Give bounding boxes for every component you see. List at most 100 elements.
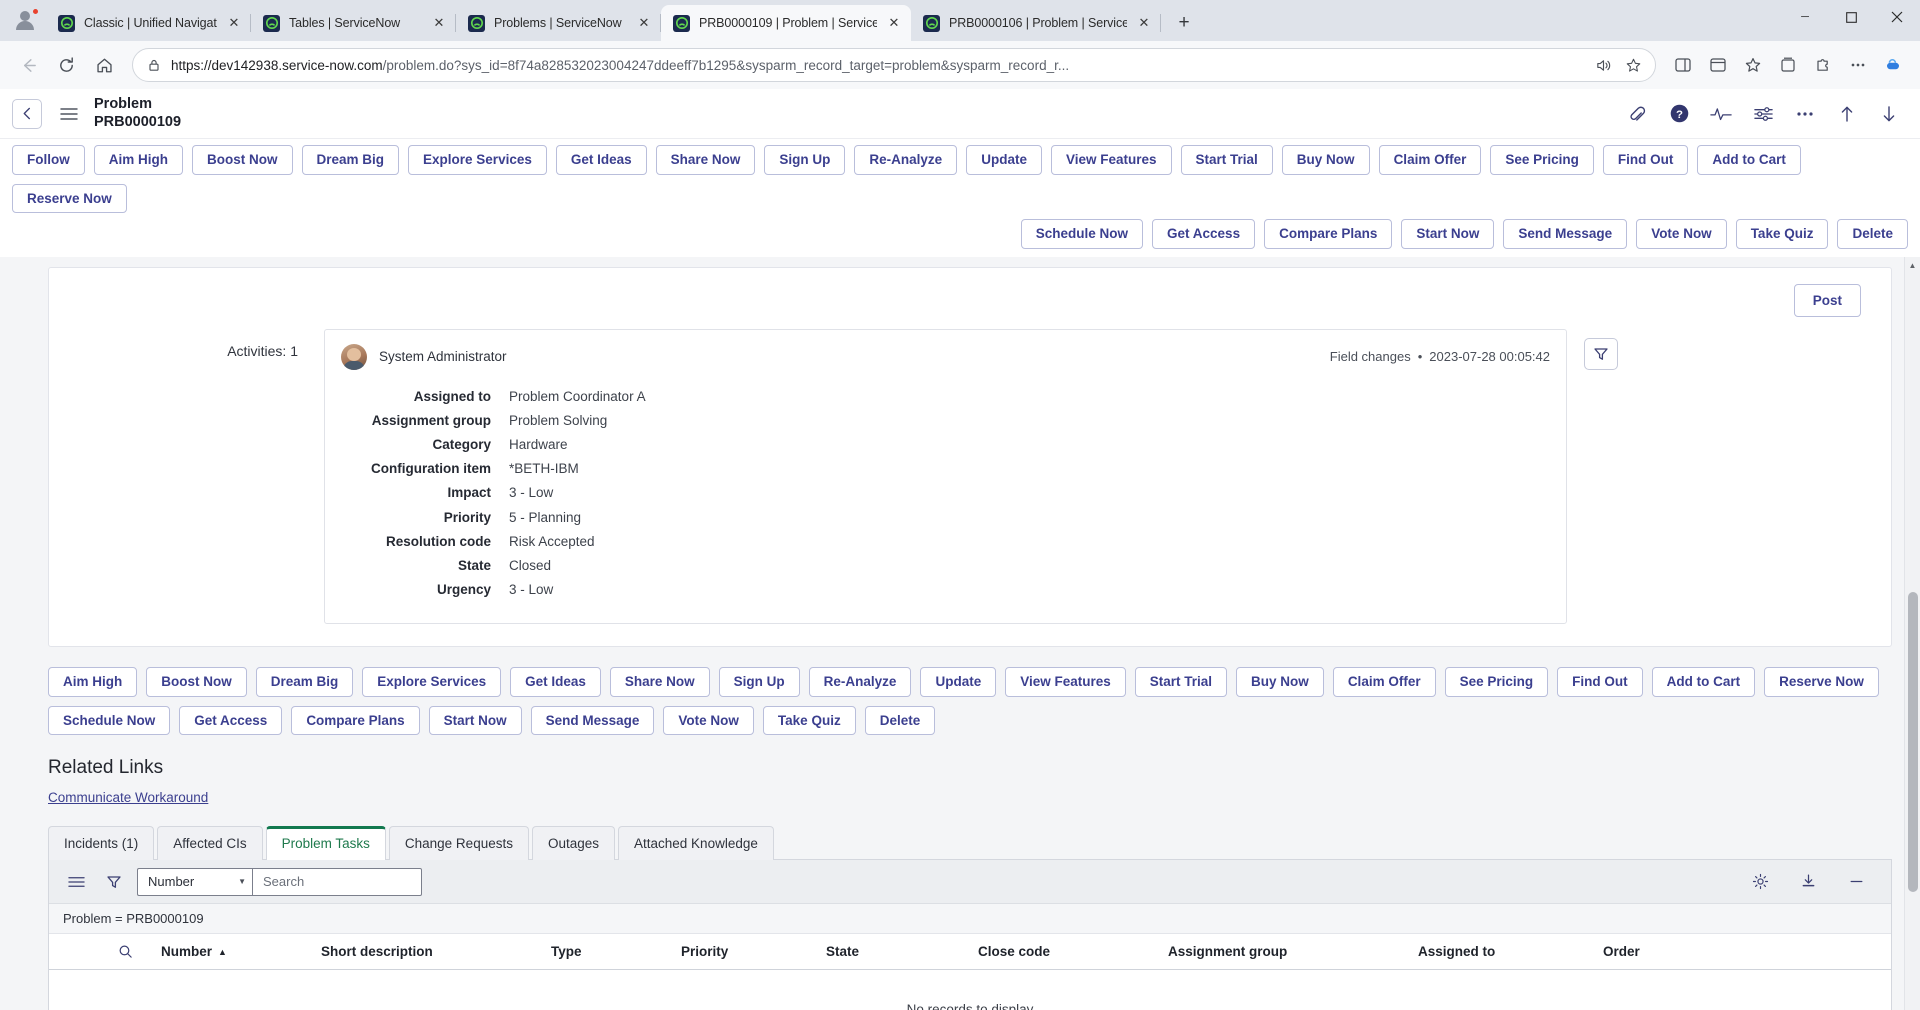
bottom-toolbar-button-add-to-cart[interactable]: Add to Cart (1651, 667, 1756, 697)
list-column-state[interactable]: State (824, 944, 976, 959)
related-list-tab-attached-knowledge[interactable]: Attached Knowledge (618, 826, 774, 861)
bottom-toolbar-button-start-trial[interactable]: Start Trial (1134, 667, 1228, 697)
toolbar-button-start-trial[interactable]: Start Trial (1180, 145, 1273, 175)
personalize-icon[interactable] (1750, 101, 1776, 127)
browser-extensions-icon[interactable] (1806, 48, 1840, 82)
toolbar-button-compare-plans[interactable]: Compare Plans (1264, 219, 1393, 249)
read-aloud-icon[interactable] (1589, 51, 1617, 79)
toolbar-button-send-message[interactable]: Send Message (1503, 219, 1628, 249)
toolbar-button-aim-high[interactable]: Aim High (93, 145, 183, 175)
bottom-toolbar-button-get-ideas[interactable]: Get Ideas (510, 667, 601, 697)
list-column-order[interactable]: Order (1601, 944, 1701, 959)
related-list-tab-affected-cis[interactable]: Affected CIs (157, 826, 263, 861)
bottom-toolbar-button-dream-big[interactable]: Dream Big (255, 667, 354, 697)
scroll-up-arrow-icon[interactable]: ▲ (1905, 257, 1920, 274)
bottom-toolbar-button-send-message[interactable]: Send Message (530, 705, 655, 736)
toolbar-button-share-now[interactable]: Share Now (655, 145, 756, 175)
related-list-tab-problem-tasks[interactable]: Problem Tasks (265, 826, 386, 861)
toolbar-button-sign-up[interactable]: Sign Up (764, 145, 846, 175)
split-screen-icon[interactable] (1666, 48, 1700, 82)
browser-tab-1[interactable]: Classic | Unified Navigation App ✕ (46, 5, 251, 41)
toolbar-button-claim-offer[interactable]: Claim Offer (1378, 145, 1482, 175)
bottom-toolbar-button-explore-services[interactable]: Explore Services (362, 667, 502, 697)
list-column-search-icon[interactable] (49, 944, 159, 959)
browser-tab-1-close-icon[interactable]: ✕ (223, 12, 245, 34)
toolbar-button-add-to-cart[interactable]: Add to Cart (1697, 145, 1801, 175)
list-column-assignment-group[interactable]: Assignment group (1166, 944, 1416, 959)
toolbar-button-schedule-now[interactable]: Schedule Now (1020, 219, 1144, 249)
activity-icon[interactable] (1708, 101, 1734, 127)
bottom-toolbar-button-share-now[interactable]: Share Now (609, 667, 710, 697)
related-list-tab-incidents-1[interactable]: Incidents (1) (48, 826, 155, 861)
bottom-toolbar-button-sign-up[interactable]: Sign Up (718, 667, 800, 697)
bottom-toolbar-button-reserve-now[interactable]: Reserve Now (1764, 667, 1879, 697)
back-button[interactable] (10, 47, 46, 83)
toolbar-button-get-access[interactable]: Get Access (1152, 219, 1256, 249)
list-column-type[interactable]: Type (549, 944, 679, 959)
toolbar-button-buy-now[interactable]: Buy Now (1281, 145, 1370, 175)
bottom-toolbar-button-aim-high[interactable]: Aim High (48, 667, 138, 697)
list-filter-field-select[interactable]: Number ▼ (137, 867, 252, 896)
list-breadcrumb-filter[interactable]: Problem = PRB0000109 (49, 904, 1891, 935)
bottom-toolbar-button-re-analyze[interactable]: Re-Analyze (808, 667, 912, 697)
browser-tab-2[interactable]: Tables | ServiceNow ✕ (251, 5, 456, 41)
reload-button[interactable] (48, 47, 84, 83)
browser-settings-more-icon[interactable] (1841, 48, 1875, 82)
favorites-icon[interactable] (1736, 48, 1770, 82)
bottom-toolbar-button-find-out[interactable]: Find Out (1557, 667, 1643, 697)
bottom-toolbar-button-get-access[interactable]: Get Access (179, 705, 283, 736)
help-icon[interactable]: ? (1666, 101, 1692, 127)
browser-tab-2-close-icon[interactable]: ✕ (428, 12, 450, 34)
post-button[interactable]: Post (1793, 283, 1861, 317)
browser-tab-4-close-icon[interactable]: ✕ (883, 12, 905, 34)
scrollbar-thumb[interactable] (1908, 591, 1918, 892)
add-favorite-icon[interactable] (1619, 51, 1647, 79)
list-column-short-description[interactable]: Short description (319, 944, 549, 959)
bottom-toolbar-button-view-features[interactable]: View Features (1005, 667, 1126, 697)
toolbar-button-update[interactable]: Update (966, 145, 1042, 175)
bottom-toolbar-button-start-now[interactable]: Start Now (428, 705, 522, 736)
list-column-number[interactable]: Number ▲ (159, 944, 319, 959)
toolbar-button-re-analyze[interactable]: Re-Analyze (854, 145, 958, 175)
bottom-toolbar-button-see-pricing[interactable]: See Pricing (1444, 667, 1549, 697)
browser-tab-3[interactable]: Problems | ServiceNow ✕ (456, 5, 661, 41)
previous-record-icon[interactable] (1834, 101, 1860, 127)
related-list-tab-change-requests[interactable]: Change Requests (388, 826, 529, 861)
toolbar-button-dream-big[interactable]: Dream Big (301, 145, 400, 175)
related-list-tab-outages[interactable]: Outages (531, 826, 616, 861)
more-icon[interactable] (1792, 101, 1818, 127)
window-minimize-button[interactable]: ─ (1782, 0, 1828, 34)
list-column-priority[interactable]: Priority (679, 944, 824, 959)
collections-icon[interactable] (1771, 48, 1805, 82)
list-menu-icon[interactable] (63, 869, 89, 895)
record-menu-icon[interactable] (54, 99, 84, 129)
toolbar-button-take-quiz[interactable]: Take Quiz (1735, 219, 1829, 249)
filter-icon[interactable] (101, 869, 127, 895)
toolbar-button-reserve-now[interactable]: Reserve Now (12, 183, 127, 213)
bottom-toolbar-button-schedule-now[interactable]: Schedule Now (48, 705, 171, 736)
list-column-assigned-to[interactable]: Assigned to (1416, 944, 1601, 959)
vertical-scrollbar[interactable]: ▲ ▼ (1904, 256, 1920, 1010)
toolbar-button-see-pricing[interactable]: See Pricing (1490, 145, 1594, 175)
toolbar-button-follow[interactable]: Follow (12, 145, 85, 175)
next-record-icon[interactable] (1876, 101, 1902, 127)
toolbar-button-explore-services[interactable]: Explore Services (408, 145, 547, 175)
bottom-toolbar-button-boost-now[interactable]: Boost Now (146, 667, 247, 697)
activity-filter-button[interactable] (1584, 337, 1618, 370)
bottom-toolbar-button-vote-now[interactable]: Vote Now (663, 705, 754, 736)
collapse-icon[interactable] (1843, 869, 1869, 895)
download-icon[interactable] (1795, 869, 1821, 895)
copilot-icon[interactable] (1876, 48, 1910, 82)
toolbar-button-find-out[interactable]: Find Out (1602, 145, 1689, 175)
gear-icon[interactable] (1747, 869, 1773, 895)
browser-tab-4[interactable]: PRB0000109 | Problem | ServiceN ✕ (661, 5, 911, 41)
bottom-toolbar-button-buy-now[interactable]: Buy Now (1236, 667, 1324, 697)
toolbar-button-view-features[interactable]: View Features (1050, 145, 1172, 175)
communicate-workaround-link[interactable]: Communicate Workaround (48, 790, 208, 805)
bottom-toolbar-button-take-quiz[interactable]: Take Quiz (762, 705, 856, 736)
browser-essentials-icon[interactable] (1701, 48, 1735, 82)
window-maximize-button[interactable] (1828, 0, 1874, 34)
paperclip-icon[interactable] (1624, 101, 1650, 127)
toolbar-button-get-ideas[interactable]: Get Ideas (555, 145, 647, 175)
address-bar[interactable]: https://dev142938.service-now.com/proble… (132, 48, 1656, 82)
